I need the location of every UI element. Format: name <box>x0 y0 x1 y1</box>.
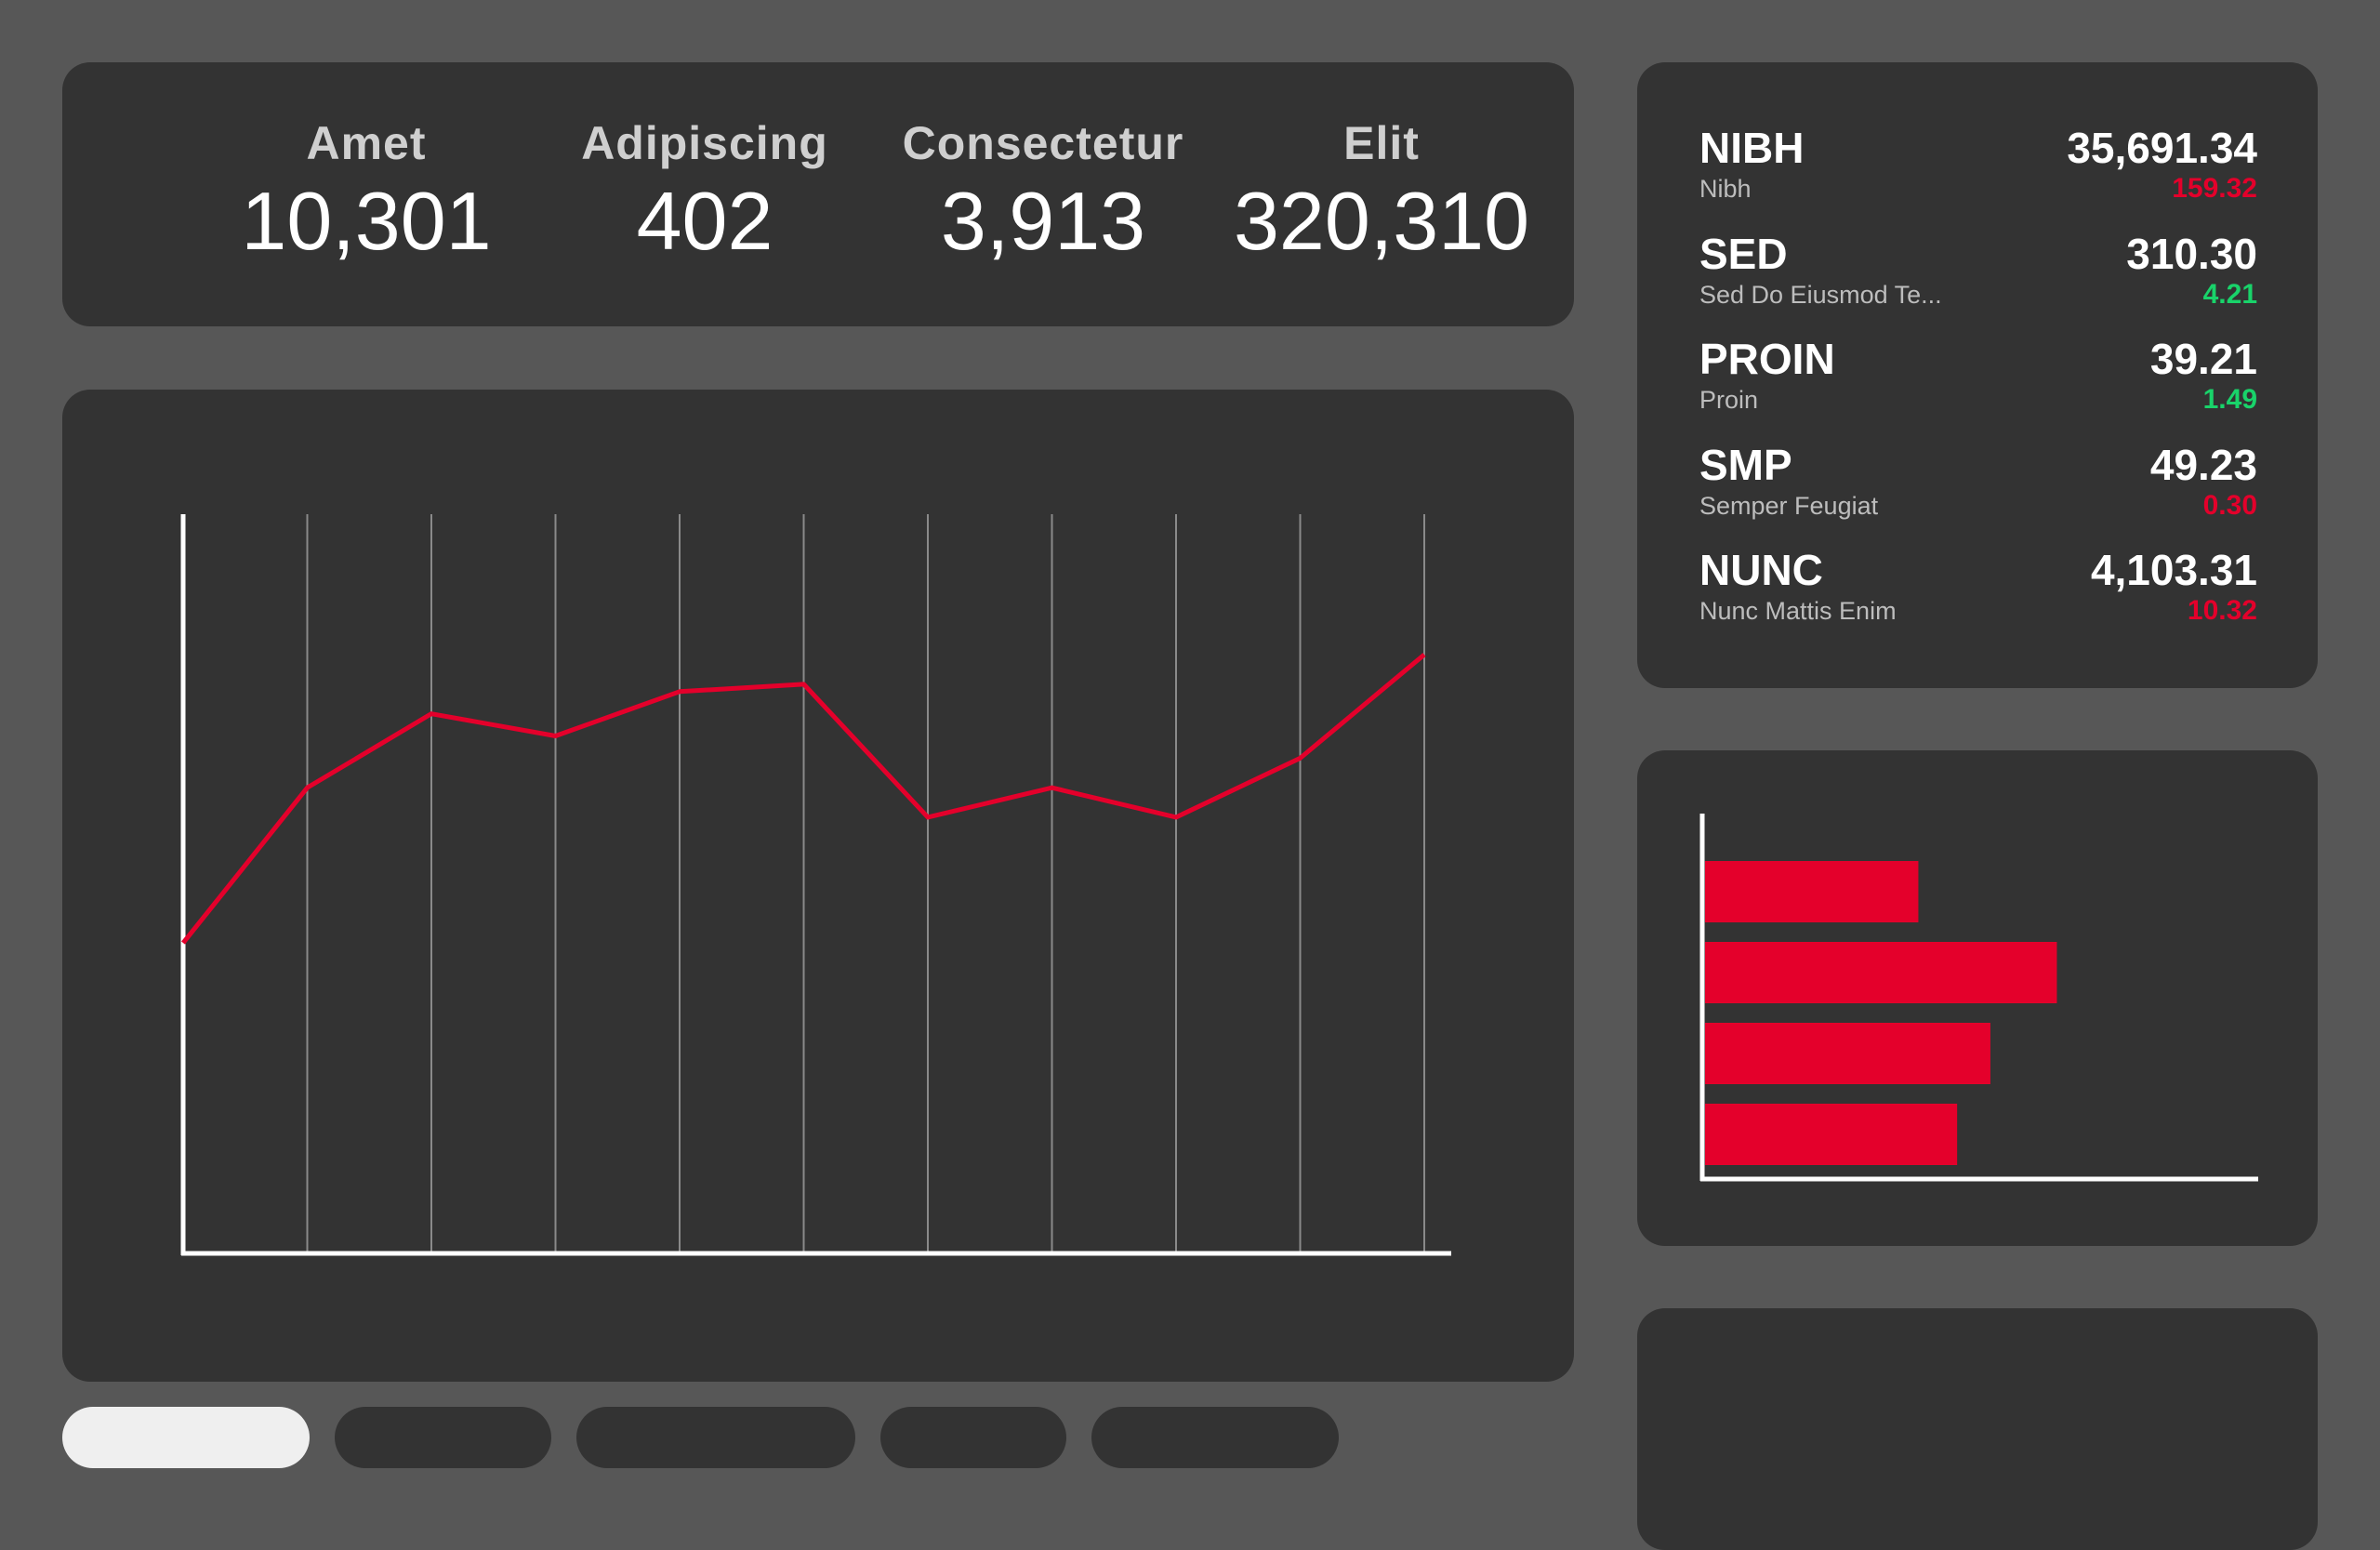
ticker-row-sed[interactable]: SED Sed Do Eiusmod Te... 310.30 4.21 <box>1699 229 2257 322</box>
ticker-symbol: NIBH <box>1699 123 1804 173</box>
ticker-symbol: SMP <box>1699 440 1792 490</box>
line-chart <box>62 390 1574 1382</box>
tab-pill-1[interactable] <box>62 1407 310 1468</box>
ticker-name: Nunc Mattis Enim <box>1699 597 1897 626</box>
ticker-row-nunc[interactable]: NUNC Nunc Mattis Enim 4,103.31 10.32 <box>1699 545 2257 638</box>
ticker-price: 4,103.31 <box>2091 545 2257 595</box>
bar <box>1705 942 2056 1003</box>
stat-label: Adipiscing <box>537 116 872 170</box>
ticker-symbol: SED <box>1699 229 1788 279</box>
ticker-symbol: NUNC <box>1699 545 1823 595</box>
ticker-row-proin[interactable]: PROIN Proin 39.21 1.49 <box>1699 334 2257 427</box>
tab-pill-3[interactable] <box>576 1407 855 1468</box>
tab-pill-4[interactable] <box>880 1407 1066 1468</box>
ticker-price: 310.30 <box>2126 229 2257 279</box>
ticker-row-nibh[interactable]: NIBH Nibh 35,691.34 159.32 <box>1699 123 2257 216</box>
empty-panel <box>1637 1308 2318 1550</box>
tab-pill-2[interactable] <box>335 1407 551 1468</box>
stats-panel: Amet 10,301 Adipiscing 402 Consectetur 3… <box>62 62 1574 326</box>
ticker-name: Nibh <box>1699 175 1752 204</box>
ticker-change: 0.30 <box>2203 490 2257 522</box>
stat-label: Amet <box>199 116 534 170</box>
ticker-name: Semper Feugiat <box>1699 492 1878 521</box>
tab-pill-5[interactable] <box>1091 1407 1339 1468</box>
stat-value: 320,310 <box>1177 174 1586 269</box>
ticker-name: Proin <box>1699 386 1758 415</box>
stat-label: Consectetur <box>876 116 1210 170</box>
stat-label: Elit <box>1214 116 1549 170</box>
bar-chart <box>1637 750 2318 1246</box>
ticker-change: 10.32 <box>2188 595 2257 627</box>
bar <box>1705 1023 1990 1084</box>
bar-chart-panel <box>1637 750 2318 1246</box>
bar <box>1705 1104 1957 1165</box>
ticker-row-smp[interactable]: SMP Semper Feugiat 49.23 0.30 <box>1699 440 2257 533</box>
ticker-change: 4.21 <box>2203 279 2257 311</box>
ticker-price: 39.21 <box>2150 334 2257 384</box>
ticker-name: Sed Do Eiusmod Te... <box>1699 281 1942 310</box>
line-chart-panel <box>62 390 1574 1382</box>
ticker-change: 159.32 <box>2172 173 2257 205</box>
ticker-price: 49.23 <box>2150 440 2257 490</box>
ticker-panel: NIBH Nibh 35,691.34 159.32 SED Sed Do Ei… <box>1637 62 2318 688</box>
bar <box>1705 861 1918 922</box>
ticker-symbol: PROIN <box>1699 334 1835 384</box>
ticker-price: 35,691.34 <box>2067 123 2257 173</box>
ticker-change: 1.49 <box>2203 384 2257 416</box>
